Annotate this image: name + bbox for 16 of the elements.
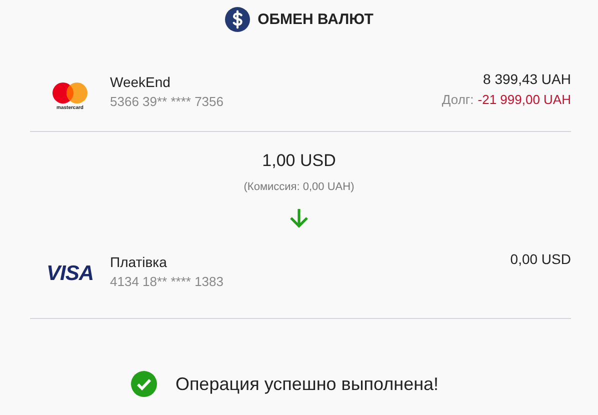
- check-icon: [131, 371, 158, 397]
- down-arrow-icon: [288, 207, 310, 229]
- debt-label: Долг:: [442, 92, 474, 107]
- dollar-icon: [224, 6, 250, 32]
- card-number: 5366 39** **** 7356: [110, 94, 224, 109]
- debt-amount: -21 999,00 UAH: [478, 92, 571, 107]
- card-balance: 8 399,43 UAH: [483, 71, 571, 87]
- card-name: Платівка: [110, 254, 168, 270]
- page-title: ОБМЕН ВАЛЮТ: [258, 10, 374, 28]
- card-name: WeekEnd: [110, 74, 172, 90]
- commission-text: (Комиссия: 0,00 UAH): [244, 181, 354, 193]
- status-message: Операция успешно выполнена!: [175, 374, 439, 394]
- card-number: 4134 18** **** 1383: [110, 274, 224, 289]
- card-logo: VISA: [46, 262, 94, 286]
- card-balance: 0,00 USD: [510, 251, 571, 267]
- transfer-amount: 1,00 USD: [262, 151, 336, 171]
